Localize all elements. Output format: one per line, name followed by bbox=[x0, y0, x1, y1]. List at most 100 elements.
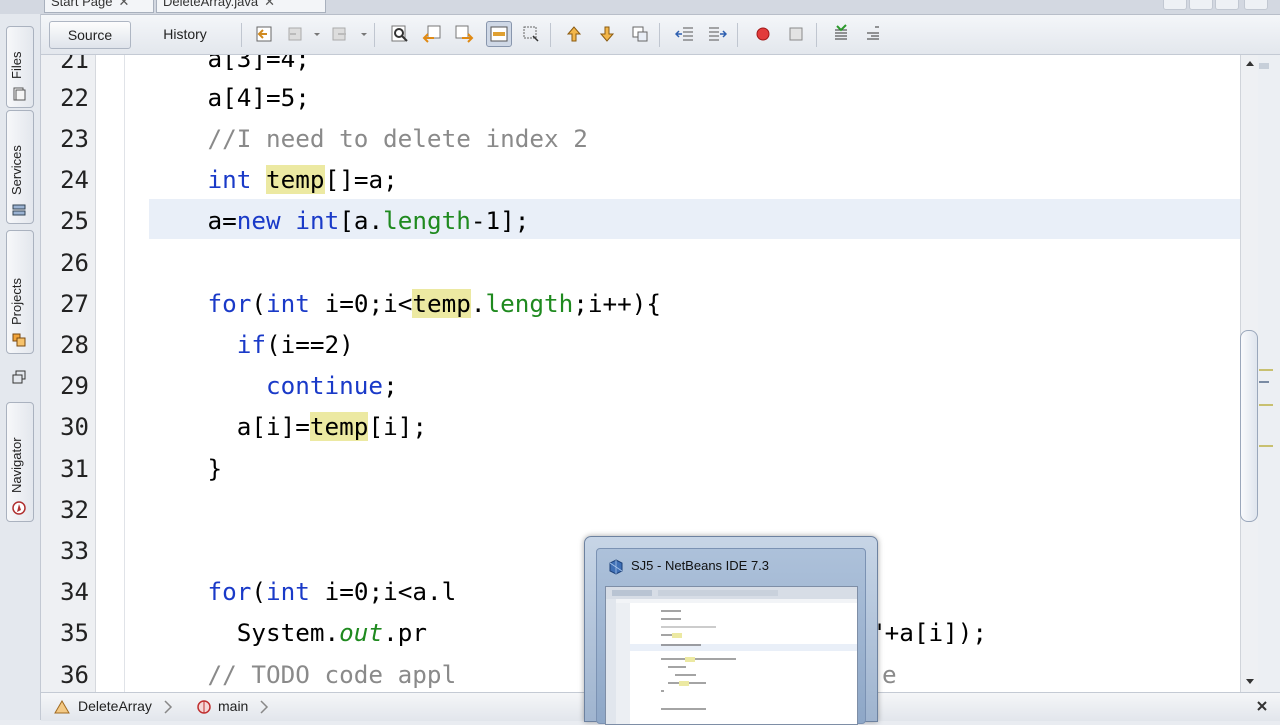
code-line: a[4]=5; bbox=[149, 83, 310, 112]
stop-macro-recording-icon[interactable] bbox=[786, 24, 806, 44]
code-line: for(int i=0;i<temp.length;i++){ bbox=[207, 289, 662, 318]
toolbar-separator bbox=[550, 23, 551, 47]
line-number: 31 bbox=[60, 455, 89, 483]
occurrence-mark[interactable] bbox=[1259, 404, 1273, 406]
files-icon bbox=[13, 87, 26, 101]
scroll-down-icon[interactable] bbox=[1244, 675, 1256, 687]
breadcrumb-method[interactable]: main bbox=[218, 698, 248, 714]
tab-label: DeleteArray.java bbox=[163, 0, 259, 9]
previous-bookmark-icon[interactable] bbox=[564, 24, 584, 44]
tab-start-page[interactable]: Start Page ✕ bbox=[44, 0, 154, 13]
back-icon[interactable] bbox=[286, 24, 306, 44]
code-line: } bbox=[149, 454, 223, 483]
navigator-label: Navigator bbox=[9, 437, 24, 493]
navigator-panel-button[interactable]: Navigator bbox=[6, 402, 34, 522]
window-preview-image bbox=[606, 587, 857, 724]
line-number: 21 bbox=[60, 55, 89, 74]
editor-tab-strip: Start Page ✕ DeleteArray.java ✕ bbox=[0, 0, 1280, 15]
taskbar-thumbnail-popup[interactable]: SJ5 - NetBeans IDE 7.3 bbox=[584, 536, 878, 725]
method-icon bbox=[197, 700, 211, 714]
services-panel-button[interactable]: Services bbox=[6, 110, 34, 224]
services-label: Services bbox=[9, 145, 24, 195]
scroll-left-button[interactable] bbox=[1163, 0, 1187, 10]
fold-column bbox=[96, 55, 125, 692]
projects-label: Projects bbox=[9, 278, 24, 325]
tab-history[interactable]: History bbox=[145, 21, 225, 47]
breadcrumb-class[interactable]: DeleteArray bbox=[78, 698, 152, 714]
shift-left-icon[interactable] bbox=[674, 24, 695, 44]
status-indicator bbox=[1259, 63, 1269, 69]
shift-right-icon[interactable] bbox=[707, 24, 728, 44]
files-panel-button[interactable]: Files bbox=[6, 26, 34, 108]
close-icon[interactable]: ✕ bbox=[118, 0, 129, 9]
scroll-up-icon[interactable] bbox=[1244, 58, 1256, 70]
scroll-right-button[interactable] bbox=[1189, 0, 1213, 10]
toolbar-separator bbox=[374, 23, 375, 47]
close-icon[interactable]: ✕ bbox=[264, 0, 275, 9]
code-line: continue; bbox=[266, 371, 398, 400]
code-line: if(i==2) bbox=[236, 330, 354, 359]
window-preview bbox=[605, 586, 858, 725]
line-number: 36 bbox=[60, 661, 89, 689]
files-label: Files bbox=[9, 51, 24, 79]
line-number: 35 bbox=[60, 619, 89, 647]
thumbnail-frame: SJ5 - NetBeans IDE 7.3 bbox=[596, 548, 866, 725]
compass-icon bbox=[12, 501, 26, 515]
line-number: 32 bbox=[60, 496, 89, 524]
class-icon bbox=[54, 700, 70, 714]
next-bookmark-icon[interactable] bbox=[597, 24, 617, 44]
back-dropdown-icon[interactable] bbox=[307, 24, 320, 44]
find-previous-icon[interactable] bbox=[422, 24, 442, 44]
toolbar-separator bbox=[816, 23, 817, 47]
line-number: 29 bbox=[60, 372, 89, 400]
tab-source[interactable]: Source bbox=[49, 21, 131, 49]
occurrence-mark[interactable] bbox=[1259, 369, 1273, 371]
toggle-highlight-search-icon[interactable] bbox=[486, 21, 512, 47]
comment-icon[interactable] bbox=[831, 24, 851, 44]
scrollbar-thumb[interactable] bbox=[1240, 330, 1258, 522]
forward-icon[interactable] bbox=[330, 24, 350, 44]
occurrence-mark[interactable] bbox=[1259, 445, 1273, 447]
toolbar-separator bbox=[241, 23, 242, 47]
chevron-right-icon bbox=[260, 700, 269, 714]
side-panel-rail: Files Services Projects Navigator bbox=[0, 14, 41, 720]
thumbnail-title: SJ5 - NetBeans IDE 7.3 bbox=[631, 558, 770, 573]
netbeans-icon bbox=[609, 559, 623, 575]
services-icon bbox=[12, 204, 26, 216]
code-line: int temp[]=a; bbox=[207, 165, 398, 194]
forward-dropdown-icon[interactable] bbox=[354, 24, 367, 44]
toolbar-separator bbox=[659, 23, 660, 47]
projects-icon bbox=[12, 333, 26, 347]
caret-mark[interactable] bbox=[1259, 381, 1269, 383]
tab-list-button[interactable] bbox=[1215, 0, 1239, 10]
tab-delete-array[interactable]: DeleteArray.java ✕ bbox=[156, 0, 326, 13]
line-number: 23 bbox=[60, 125, 89, 153]
last-edit-icon[interactable] bbox=[254, 24, 274, 44]
code-line-tail: "+a[i]); bbox=[870, 618, 988, 647]
code-line: a[i]=temp[i]; bbox=[149, 412, 427, 441]
find-icon[interactable] bbox=[390, 24, 410, 44]
code-line-tail: e bbox=[882, 660, 897, 689]
code-line: a=new int[a.length-1]; bbox=[149, 206, 530, 235]
code-line: //I need to delete index 2 bbox=[207, 124, 588, 153]
tab-label: Start Page bbox=[51, 0, 113, 9]
toolbar-separator bbox=[737, 23, 738, 47]
line-number: 22 bbox=[60, 84, 89, 112]
projects-panel-button[interactable]: Projects bbox=[6, 230, 34, 354]
maximize-button[interactable] bbox=[1244, 0, 1268, 10]
find-next-icon[interactable] bbox=[454, 24, 474, 44]
line-number: 34 bbox=[60, 578, 89, 606]
toggle-bookmark-icon[interactable] bbox=[630, 24, 650, 44]
close-icon[interactable] bbox=[1256, 700, 1268, 712]
line-number: 24 bbox=[60, 166, 89, 194]
restore-window-icon[interactable] bbox=[12, 370, 26, 384]
chevron-right-icon bbox=[164, 700, 173, 714]
uncomment-icon[interactable] bbox=[863, 24, 883, 44]
start-macro-recording-icon[interactable] bbox=[753, 24, 773, 44]
line-number: 33 bbox=[60, 537, 89, 565]
editor-toolbar: Source History bbox=[41, 15, 1280, 55]
code-line: a[3]=4; bbox=[149, 55, 310, 73]
toggle-rectangular-selection-icon[interactable] bbox=[521, 24, 541, 44]
